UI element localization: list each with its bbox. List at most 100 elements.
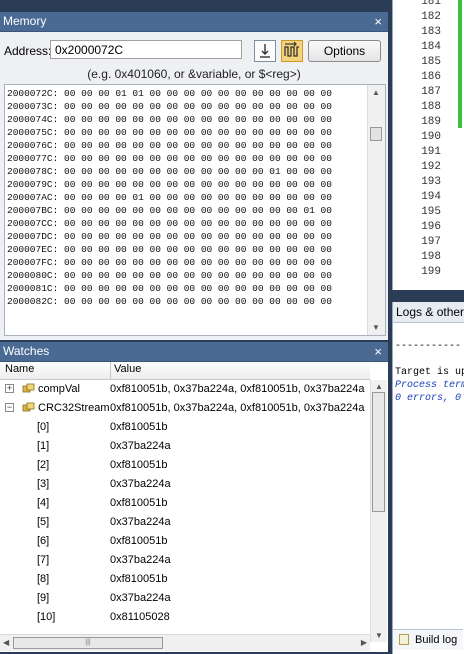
line-number: 183 bbox=[421, 26, 441, 38]
build-log-icon bbox=[399, 634, 409, 645]
watch-value: 0xf810051b bbox=[110, 421, 168, 433]
watch-row[interactable]: [4] 0xf810051b bbox=[0, 494, 370, 513]
scroll-down-arrow-icon[interactable]: ▼ bbox=[375, 631, 383, 640]
tab-build-log[interactable]: Build log bbox=[393, 629, 463, 650]
memory-line: 2000079C: 00 00 00 00 00 00 00 00 00 00 … bbox=[7, 179, 332, 190]
logs-title[interactable]: Logs & others bbox=[393, 302, 464, 323]
watch-row[interactable]: [10] 0x81105028 bbox=[0, 608, 370, 627]
memory-line: 2000077C: 00 00 00 00 00 00 00 00 00 00 … bbox=[7, 153, 332, 164]
watch-name: [9] bbox=[37, 592, 50, 604]
variable-icon bbox=[22, 383, 35, 393]
watch-vertical-scroll-thumb[interactable] bbox=[372, 392, 385, 512]
watch-value: 0x37ba224a bbox=[110, 592, 171, 604]
variable-icon bbox=[22, 402, 35, 412]
watch-row[interactable]: + compVal 0xf810051b, 0x37ba224a, 0xf81005… bbox=[0, 380, 370, 399]
memory-line: 2000075C: 00 00 00 00 00 00 00 00 00 00 … bbox=[7, 127, 332, 138]
watch-name: CRC32Stream bbox=[38, 402, 110, 414]
memory-scroll-thumb[interactable] bbox=[370, 127, 382, 141]
watch-value: 0x37ba224a bbox=[110, 516, 171, 528]
close-icon[interactable]: × bbox=[374, 12, 382, 31]
watch-row[interactable]: [2] 0xf810051b bbox=[0, 456, 370, 475]
watch-value: 0x37ba224a bbox=[110, 478, 171, 490]
tab-build-log-label: Build log bbox=[415, 634, 458, 646]
watch-value: 0x81105028 bbox=[110, 611, 170, 623]
line-number: 187 bbox=[421, 86, 441, 98]
watch-value: 0xf810051b bbox=[110, 459, 168, 471]
memory-line: 200007BC: 00 00 00 00 00 00 00 00 00 00 … bbox=[7, 205, 332, 216]
line-number: 199 bbox=[421, 266, 441, 278]
memory-dump-lines: 2000072C: 00 00 00 01 01 00 00 00 00 00 … bbox=[7, 87, 332, 308]
scroll-up-arrow-icon[interactable]: ▲ bbox=[372, 88, 380, 97]
watch-row[interactable]: [3] 0x37ba224a bbox=[0, 475, 370, 494]
scroll-left-arrow-icon[interactable]: ◀ bbox=[3, 638, 9, 647]
watch-row[interactable]: [7] 0x37ba224a bbox=[0, 551, 370, 570]
watch-name: [5] bbox=[37, 516, 50, 528]
line-number: 191 bbox=[421, 146, 441, 158]
watch-name: compVal bbox=[38, 383, 80, 395]
address-input[interactable] bbox=[50, 40, 242, 59]
line-number: 192 bbox=[421, 161, 441, 173]
watch-row[interactable]: [9] 0x37ba224a bbox=[0, 589, 370, 608]
watch-value: 0xf810051b bbox=[110, 535, 168, 547]
line-number: 182 bbox=[421, 11, 441, 23]
memory-title: Memory bbox=[3, 14, 47, 28]
waveform-icon bbox=[284, 41, 299, 57]
watch-horizontal-scroll-thumb[interactable]: ||| bbox=[13, 637, 163, 649]
watch-name: [6] bbox=[37, 535, 50, 547]
log-line: 0 errors, 0 bbox=[395, 393, 462, 404]
scroll-down-arrow-icon[interactable]: ▼ bbox=[372, 323, 380, 332]
watch-vertical-scrollbar[interactable]: ▲ ▼ bbox=[370, 380, 387, 642]
memory-dump-view[interactable]: 2000072C: 00 00 00 01 01 00 00 00 00 00 … bbox=[4, 84, 386, 336]
column-name-header[interactable]: Name bbox=[5, 363, 34, 375]
watch-value: 0xf810051b, 0x37ba224a, 0xf810051b, 0x37… bbox=[110, 402, 365, 414]
watch-name: [7] bbox=[37, 554, 50, 566]
options-button[interactable]: Options bbox=[308, 40, 381, 62]
line-number: 196 bbox=[421, 221, 441, 233]
line-number: 197 bbox=[421, 236, 441, 248]
memory-line: 2000078C: 00 00 00 00 00 00 00 00 00 00 … bbox=[7, 166, 332, 177]
watch-row[interactable]: [5] 0x37ba224a bbox=[0, 513, 370, 532]
line-number: 198 bbox=[421, 251, 441, 263]
line-number: 184 bbox=[421, 41, 441, 53]
memory-scrollbar[interactable]: ▲ ▼ bbox=[367, 85, 385, 335]
close-icon[interactable]: × bbox=[374, 342, 382, 361]
expand-icon[interactable]: + bbox=[5, 384, 14, 393]
watch-row[interactable]: − CRC32Stream 0xf810051b, 0x37ba224a, 0xf8… bbox=[0, 399, 370, 418]
watch-value: 0xf810051b, 0x37ba224a, 0xf810051b, 0x37… bbox=[110, 383, 365, 395]
change-marker-bar bbox=[458, 0, 462, 128]
memory-line: 200007AC: 00 00 00 00 01 00 00 00 00 00 … bbox=[7, 192, 332, 203]
editor-gutter: 181 182 183 184 185 186 187 188 189 190 191 192 193 1… bbox=[392, 0, 464, 290]
watch-name: [0] bbox=[37, 421, 50, 433]
watch-rows: + compVal 0xf810051b, 0x37ba224a, 0xf81005… bbox=[0, 380, 370, 630]
watch-value: 0xf810051b bbox=[110, 497, 168, 509]
column-separator[interactable] bbox=[110, 362, 111, 379]
watch-row[interactable]: [1] 0x37ba224a bbox=[0, 437, 370, 456]
watch-column-header: Name Value bbox=[0, 362, 370, 380]
watch-row[interactable]: [8] 0xf810051b bbox=[0, 570, 370, 589]
scroll-right-arrow-icon[interactable]: ▶ bbox=[361, 638, 367, 647]
watch-row[interactable]: [6] 0xf810051b bbox=[0, 532, 370, 551]
line-number: 195 bbox=[421, 206, 441, 218]
line-number: 189 bbox=[421, 116, 441, 128]
watch-name: [4] bbox=[37, 497, 50, 509]
go-to-address-button[interactable] bbox=[254, 40, 276, 62]
watch-name: [8] bbox=[37, 573, 50, 585]
follow-address-button[interactable] bbox=[281, 40, 303, 62]
column-value-header[interactable]: Value bbox=[114, 363, 141, 375]
line-numbers: 181 182 183 184 185 186 187 188 189 190 191 192 193 1… bbox=[393, 0, 441, 280]
address-hint: (e.g. 0x401060, or &variable, or $<reg>) bbox=[87, 67, 301, 81]
memory-panel: Memory × Address: Options (e.g. 0x401060… bbox=[0, 12, 388, 340]
line-number: 185 bbox=[421, 56, 441, 68]
watch-value: 0xf810051b bbox=[110, 573, 168, 585]
logs-panel: Logs & others ----------- Target is up Pro… bbox=[392, 302, 464, 654]
scroll-up-arrow-icon[interactable]: ▲ bbox=[375, 382, 383, 391]
watch-horizontal-scrollbar[interactable]: ◀ ||| ▶ bbox=[0, 634, 370, 651]
memory-titlebar: Memory × bbox=[0, 12, 388, 32]
watch-row[interactable]: [0] 0xf810051b bbox=[0, 418, 370, 437]
watch-name: [2] bbox=[37, 459, 50, 471]
collapse-icon[interactable]: − bbox=[5, 403, 14, 412]
watch-name: [10] bbox=[37, 611, 56, 623]
line-number: 188 bbox=[421, 101, 441, 113]
memory-line: 2000080C: 00 00 00 00 00 00 00 00 00 00 … bbox=[7, 270, 332, 281]
